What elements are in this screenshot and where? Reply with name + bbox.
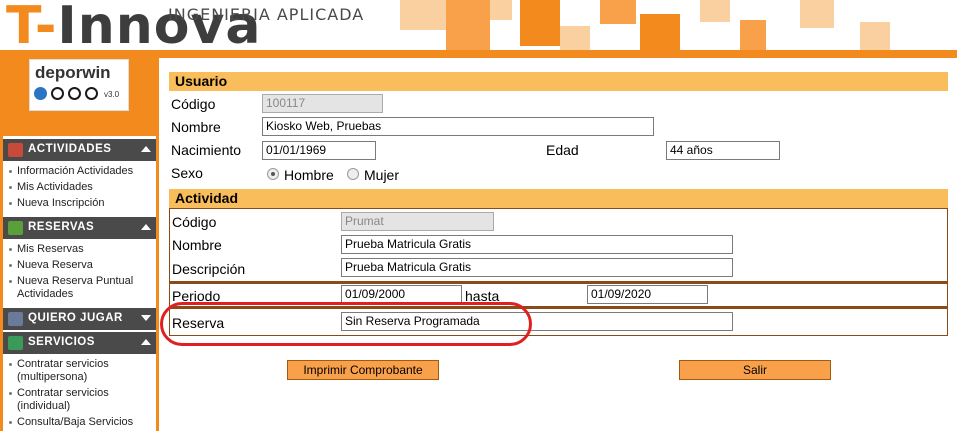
section-servicios[interactable]: SERVICIOS	[0, 332, 159, 354]
usuario-section-header: Usuario	[169, 72, 948, 91]
logo-circle-icon	[68, 87, 81, 100]
sidebar-item-mis-actividades[interactable]: Mis Actividades	[3, 181, 156, 194]
section-label: RESERVAS	[28, 221, 95, 233]
deporwin-logo-text: deporwin	[35, 63, 111, 82]
sexo-mujer-label: Mujer	[364, 167, 400, 183]
logo-circle-icon	[51, 87, 64, 100]
section-reservas[interactable]: RESERVAS	[0, 217, 159, 239]
actividad-descripcion-label: Descripción	[172, 261, 246, 277]
sidebar: deporwin v3.0 ACTIVIDADES Información Ac…	[0, 58, 159, 431]
chevron-down-icon[interactable]	[141, 315, 151, 321]
sidebar-item-contratar-multipersona[interactable]: Contratar servicios (multipersona)	[3, 358, 156, 384]
actividad-descripcion-field[interactable]: Prueba Matricula Gratis	[341, 258, 733, 277]
sidebar-item-nueva-reserva-puntual[interactable]: Nueva Reserva Puntual Actividades	[3, 275, 156, 301]
sexo-hombre-radio[interactable]	[267, 168, 279, 180]
section-label: ACTIVIDADES	[28, 143, 112, 155]
chevron-up-icon[interactable]	[141, 224, 151, 230]
decor-square	[700, 0, 730, 22]
usuario-nombre-label: Nombre	[171, 119, 221, 135]
sidebar-item-contratar-individual[interactable]: Contratar servicios (individual)	[3, 387, 156, 413]
header-strip	[0, 50, 957, 58]
actividad-codigo-label: Código	[172, 214, 217, 230]
decor-square	[640, 14, 680, 50]
sexo-mujer-radio[interactable]	[347, 168, 359, 180]
decor-square	[446, 0, 490, 50]
magnifier-icon	[8, 312, 23, 326]
sidebar-item-nueva-reserva[interactable]: Nueva Reserva	[3, 259, 156, 272]
imprimir-comprobante-button[interactable]: Imprimir Comprobante	[287, 360, 439, 380]
actividad-section-header: Actividad	[169, 189, 948, 208]
sidebar-item-nueva-inscripcion[interactable]: Nueva Inscripción	[3, 197, 156, 210]
header: T-Innova INGENIERIA APLICADA	[0, 0, 957, 58]
logo-circle-icon	[85, 87, 98, 100]
section-actividades[interactable]: ACTIVIDADES	[0, 139, 159, 161]
sexo-hombre-label: Hombre	[284, 167, 334, 183]
decor-square	[400, 0, 446, 30]
section-label: SERVICIOS	[28, 336, 95, 348]
decor-square	[740, 20, 766, 50]
divider	[170, 281, 947, 284]
decor-square	[520, 0, 560, 46]
salir-button[interactable]: Salir	[679, 360, 831, 380]
periodo-hasta-field[interactable]: 01/09/2020	[587, 285, 708, 304]
section-quiero-jugar[interactable]: QUIERO JUGAR	[0, 308, 159, 330]
reservation-icon	[8, 221, 23, 235]
chevron-up-icon[interactable]	[141, 339, 151, 345]
usuario-codigo-field[interactable]: 100117	[262, 94, 383, 113]
decor-square	[860, 22, 890, 50]
decor-square	[560, 26, 590, 50]
usuario-nombre-field[interactable]: Kiosko Web, Pruebas	[262, 117, 654, 136]
sidebar-item-mis-reservas[interactable]: Mis Reservas	[3, 243, 156, 256]
actividad-nombre-label: Nombre	[172, 237, 222, 253]
reserva-highlight-annotation	[160, 302, 532, 346]
section-label: QUIERO JUGAR	[28, 312, 123, 324]
actividad-codigo-field[interactable]: Prumat	[341, 212, 494, 231]
decor-square	[800, 0, 834, 28]
usuario-nacimiento-label: Nacimiento	[171, 142, 242, 158]
services-icon	[8, 336, 23, 350]
actividad-nombre-field[interactable]: Prueba Matricula Gratis	[341, 235, 733, 254]
logo-version: v3.0	[104, 90, 120, 99]
decor-square	[600, 0, 636, 24]
usuario-edad-label: Edad	[546, 142, 579, 158]
decor-square	[490, 0, 512, 20]
usuario-sexo-label: Sexo	[171, 165, 203, 181]
usuario-edad-field[interactable]: 44 años	[666, 141, 780, 160]
chevron-up-icon[interactable]	[141, 146, 151, 152]
logo-first-part: T-	[6, 0, 58, 56]
sidebar-item-informacion-actividades[interactable]: Información Actividades	[3, 165, 156, 178]
header-subtitle: INGENIERIA APLICADA	[168, 5, 365, 24]
sidebar-item-consulta-baja-servicios[interactable]: Consulta/Baja Servicios	[3, 416, 156, 429]
usuario-nacimiento-field[interactable]: 01/01/1969	[262, 141, 376, 160]
calendar-icon	[8, 143, 23, 157]
logo-circle-icon	[34, 87, 47, 100]
sidebar-logo-area: deporwin v3.0	[0, 58, 159, 136]
usuario-codigo-label: Código	[171, 96, 216, 112]
deporwin-logo: deporwin v3.0	[29, 59, 129, 111]
